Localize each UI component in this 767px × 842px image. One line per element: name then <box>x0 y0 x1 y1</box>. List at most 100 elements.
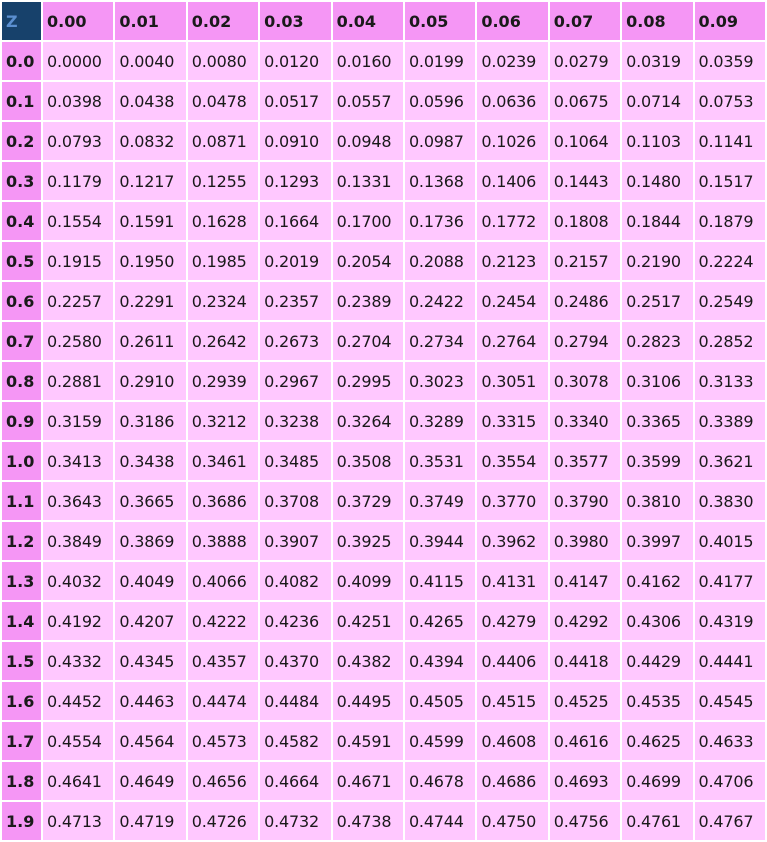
table-cell: 0.4319 <box>694 602 765 640</box>
table-cell: 0.3413 <box>43 442 114 480</box>
column-header: 0.01 <box>115 2 186 40</box>
table-cell: 0.4713 <box>43 802 114 840</box>
table-cell: 0.1368 <box>404 162 476 200</box>
table-row: 1.1 0.3643 0.3665 0.3686 0.3708 0.3729 0.3749 0… <box>2 482 765 520</box>
table-cell: 0.4656 <box>187 762 259 800</box>
table-cell: 0.3577 <box>549 442 621 480</box>
table-cell: 0.4370 <box>260 642 331 680</box>
column-header: 0.03 <box>260 2 331 40</box>
table-cell: 0.4474 <box>187 682 259 720</box>
table-cell: 0.2794 <box>549 322 621 360</box>
table-cell: 0.2088 <box>404 242 476 280</box>
table-row: 1.9 0.4713 0.4719 0.4726 0.4732 0.4738 0.4744 0… <box>2 802 765 840</box>
table-cell: 0.4345 <box>115 642 186 680</box>
table-cell: 0.2852 <box>694 322 765 360</box>
table-cell: 0.1736 <box>404 202 476 240</box>
table-cell: 0.2019 <box>260 242 331 280</box>
table-cell: 0.4599 <box>404 722 476 760</box>
table-cell: 0.1985 <box>187 242 259 280</box>
table-row: 1.8 0.4641 0.4649 0.4656 0.4664 0.4671 0.4678 0… <box>2 762 765 800</box>
table-cell: 0.0279 <box>549 42 621 80</box>
table-cell: 0.4706 <box>694 762 765 800</box>
table-row: 1.7 0.4554 0.4564 0.4573 0.4582 0.4591 0.4599 0… <box>2 722 765 760</box>
table-cell: 0.2190 <box>622 242 693 280</box>
table-cell: 0.4147 <box>549 562 621 600</box>
table-cell: 0.4767 <box>694 802 765 840</box>
row-header: 0.9 <box>2 402 41 440</box>
table-row: 1.2 0.3849 0.3869 0.3888 0.3907 0.3925 0.3944 0… <box>2 522 765 560</box>
table-cell: 0.4554 <box>43 722 114 760</box>
table-cell: 0.4616 <box>549 722 621 760</box>
row-header: 1.0 <box>2 442 41 480</box>
row-header: 0.4 <box>2 202 41 240</box>
table-cell: 0.2324 <box>187 282 259 320</box>
table-cell: 0.2642 <box>187 322 259 360</box>
table-cell: 0.0832 <box>115 122 186 160</box>
table-cell: 0.1772 <box>477 202 548 240</box>
table-cell: 0.4394 <box>404 642 476 680</box>
table-cell: 0.3849 <box>43 522 114 560</box>
table-cell: 0.2704 <box>332 322 403 360</box>
table-cell: 0.3133 <box>694 362 765 400</box>
table-cell: 0.0714 <box>622 82 693 120</box>
table-cell: 0.1064 <box>549 122 621 160</box>
table-cell: 0.4573 <box>187 722 259 760</box>
table-cell: 0.4279 <box>477 602 548 640</box>
table-cell: 0.3340 <box>549 402 621 440</box>
table-cell: 0.4582 <box>260 722 331 760</box>
z-table-body: 0.0 0.0000 0.0040 0.0080 0.0120 0.0160 0.0199 0… <box>2 42 765 840</box>
table-row: 0.3 0.1179 0.1217 0.1255 0.1293 0.1331 0.1368 0… <box>2 162 765 200</box>
table-cell: 0.4292 <box>549 602 621 640</box>
row-header: 1.9 <box>2 802 41 840</box>
table-cell: 0.4591 <box>332 722 403 760</box>
table-row: 0.6 0.2257 0.2291 0.2324 0.2357 0.2389 0.2422 0… <box>2 282 765 320</box>
table-cell: 0.3708 <box>260 482 331 520</box>
table-cell: 0.0319 <box>622 42 693 80</box>
table-cell: 0.4761 <box>622 802 693 840</box>
table-cell: 0.4222 <box>187 602 259 640</box>
table-cell: 0.4664 <box>260 762 331 800</box>
table-cell: 0.3461 <box>187 442 259 480</box>
table-cell: 0.0793 <box>43 122 114 160</box>
table-cell: 0.4406 <box>477 642 548 680</box>
table-cell: 0.1293 <box>260 162 331 200</box>
table-row: 0.2 0.0793 0.0832 0.0871 0.0910 0.0948 0.0987 0… <box>2 122 765 160</box>
table-cell: 0.3729 <box>332 482 403 520</box>
table-cell: 0.0398 <box>43 82 114 120</box>
table-cell: 0.2967 <box>260 362 331 400</box>
table-cell: 0.2454 <box>477 282 548 320</box>
column-header: 0.05 <box>404 2 476 40</box>
table-row: 1.6 0.4452 0.4463 0.4474 0.4484 0.4495 0.4505 0… <box>2 682 765 720</box>
table-cell: 0.4535 <box>622 682 693 720</box>
table-cell: 0.1443 <box>549 162 621 200</box>
table-cell: 0.4545 <box>694 682 765 720</box>
table-cell: 0.3907 <box>260 522 331 560</box>
row-header: 0.3 <box>2 162 41 200</box>
column-header: 0.09 <box>694 2 765 40</box>
row-header: 0.8 <box>2 362 41 400</box>
table-cell: 0.2611 <box>115 322 186 360</box>
z-corner-header: Z <box>2 2 41 40</box>
table-cell: 0.2995 <box>332 362 403 400</box>
table-row: 1.4 0.4192 0.4207 0.4222 0.4236 0.4251 0.4265 0… <box>2 602 765 640</box>
table-cell: 0.3888 <box>187 522 259 560</box>
table-cell: 0.1103 <box>622 122 693 160</box>
table-cell: 0.1179 <box>43 162 114 200</box>
table-cell: 0.0000 <box>43 42 114 80</box>
table-cell: 0.4678 <box>404 762 476 800</box>
table-cell: 0.3621 <box>694 442 765 480</box>
row-header: 1.6 <box>2 682 41 720</box>
table-cell: 0.0557 <box>332 82 403 120</box>
table-cell: 0.2764 <box>477 322 548 360</box>
table-cell: 0.1217 <box>115 162 186 200</box>
table-cell: 0.1879 <box>694 202 765 240</box>
table-cell: 0.0987 <box>404 122 476 160</box>
table-cell: 0.3749 <box>404 482 476 520</box>
table-cell: 0.3186 <box>115 402 186 440</box>
column-header: 0.08 <box>622 2 693 40</box>
table-cell: 0.3315 <box>477 402 548 440</box>
table-row: 0.9 0.3159 0.3186 0.3212 0.3238 0.3264 0.3289 0… <box>2 402 765 440</box>
column-header: 0.07 <box>549 2 621 40</box>
row-header: 0.2 <box>2 122 41 160</box>
table-cell: 0.1141 <box>694 122 765 160</box>
